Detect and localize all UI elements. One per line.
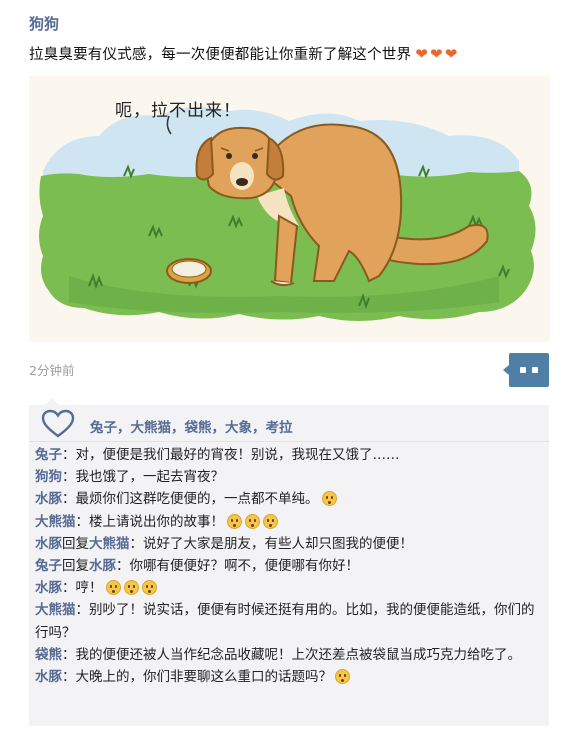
comment-text: ：别吵了！说实话，便便有时候还挺有用的。比如，我的便便能造纸，你们的行吗？ (35, 602, 535, 641)
dog-illustration (39, 107, 536, 321)
commenter-name[interactable]: 袋熊 (35, 647, 62, 663)
commenter-name[interactable]: 兔子 (35, 447, 62, 463)
comment-text: ：楼上请说出你的故事！ (75, 513, 225, 530)
comment-text: ：你哪有便便好？啊不，便便哪有你好！ (116, 558, 359, 575)
emoji-icon (141, 580, 157, 596)
comment-item[interactable]: 水豚：哼！ (35, 577, 543, 599)
comment-item[interactable]: 兔子回复水豚：你哪有便便好？啊不，便便哪有你好！ (35, 555, 543, 577)
emoji-icon (263, 513, 278, 529)
emoji-icon (321, 491, 337, 507)
commenter-name[interactable]: 水豚 (35, 491, 62, 507)
commenter-name[interactable]: 大熊猫 (35, 602, 76, 618)
more-options-button[interactable] (503, 353, 549, 387)
button-notch (503, 365, 509, 375)
emoji-icon (105, 580, 121, 596)
emoji-icon (227, 513, 242, 529)
post-text: 拉臭臭要有仪式感，每一次便便都能让你重新了解这个世界 ❤ ❤ ❤ (29, 43, 460, 64)
likes-row: 兔子，大熊猫，袋熊，大象，考拉 (29, 405, 549, 441)
reply-word: 回复 (62, 535, 89, 552)
comment-text: ：我的便便还被人当作纪念品收藏呢！上次还差点被袋鼠当成巧克力给吃了。 (62, 646, 521, 663)
comment-text: ：说好了大家是朋友，有些人却只图我的便便！ (129, 535, 414, 552)
image-caption: 呃，拉不出来！ (115, 101, 241, 121)
heart-emoji-icon: ❤ (429, 45, 443, 63)
comment-text: ：最烦你们这群吃便便的，一点都不单纯。 (62, 491, 319, 508)
comment-text: ：我也饿了，一起去宵夜？ (62, 469, 224, 486)
dot-icon (520, 367, 526, 373)
commenter-name[interactable]: 水豚 (35, 580, 62, 596)
comment-arrow (45, 398, 59, 405)
comment-section: 兔子，大熊猫，袋熊，大象，考拉 兔子：对，便便是我们最好的宵夜！别说，我现在又饿… (29, 398, 549, 726)
divider (29, 441, 549, 442)
commenter-name[interactable]: 水豚 (35, 669, 62, 685)
comment-text: ：对，便便是我们最好的宵夜！别说，我现在又饿了…… (62, 447, 400, 463)
post-image[interactable]: 呃，拉不出来！ (29, 76, 550, 342)
dot-icon (532, 367, 538, 373)
comment-item[interactable]: 大熊猫：楼上请说出你的故事！ (35, 511, 543, 533)
heart-emoji-icon: ❤ (415, 45, 428, 63)
post-author[interactable]: 狗狗 (29, 13, 59, 34)
comment-item[interactable]: 水豚：最烦你们这群吃便便的，一点都不单纯。 (35, 488, 543, 510)
reply-to-name[interactable]: 大熊猫 (89, 536, 130, 552)
reply-to-name[interactable]: 水豚 (89, 558, 116, 574)
comment-text: ：哼！ (62, 580, 103, 597)
commenter-name[interactable]: 兔子 (35, 558, 62, 574)
likes-names[interactable]: 兔子，大熊猫，袋熊，大象，考拉 (90, 416, 293, 436)
emoji-icon (245, 513, 260, 529)
heart-outline-icon (41, 409, 75, 438)
emoji-icon (123, 580, 139, 596)
comment-text: ：大晚上的，你们非要聊这么重口的话题吗？ (62, 669, 332, 686)
comment-item[interactable]: 袋熊：我的便便还被人当作纪念品收藏呢！上次还差点被袋鼠当成巧克力给吃了。 (35, 644, 543, 666)
reply-word: 回复 (62, 558, 89, 575)
emoji-icon (335, 669, 350, 685)
commenter-name[interactable]: 狗狗 (35, 469, 62, 485)
commenter-name[interactable]: 水豚 (35, 536, 62, 552)
commenter-name[interactable]: 大熊猫 (35, 514, 76, 530)
comment-item[interactable]: 兔子：对，便便是我们最好的宵夜！别说，我现在又饿了…… (35, 444, 543, 466)
heart-emoji-icon: ❤ (444, 45, 458, 63)
comment-list: 兔子：对，便便是我们最好的宵夜！别说，我现在又饿了…… 狗狗：我也饿了，一起去宵夜… (35, 444, 543, 688)
heart-emojis: ❤ ❤ ❤ (415, 45, 459, 63)
comment-item[interactable]: 大熊猫：别吵了！说实话，便便有时候还挺有用的。比如，我的便便能造纸，你们的行吗？ (35, 599, 543, 643)
post-time: 2分钟前 (29, 363, 75, 378)
comment-item[interactable]: 水豚：大晚上的，你们非要聊这么重口的话题吗？ (35, 666, 543, 688)
comment-item[interactable]: 狗狗：我也饿了，一起去宵夜？ (35, 466, 543, 488)
post-text-body: 拉臭臭要有仪式感，每一次便便都能让你重新了解这个世界 (29, 47, 412, 63)
comment-item[interactable]: 水豚回复大熊猫：说好了大家是朋友，有些人却只图我的便便！ (35, 533, 543, 555)
